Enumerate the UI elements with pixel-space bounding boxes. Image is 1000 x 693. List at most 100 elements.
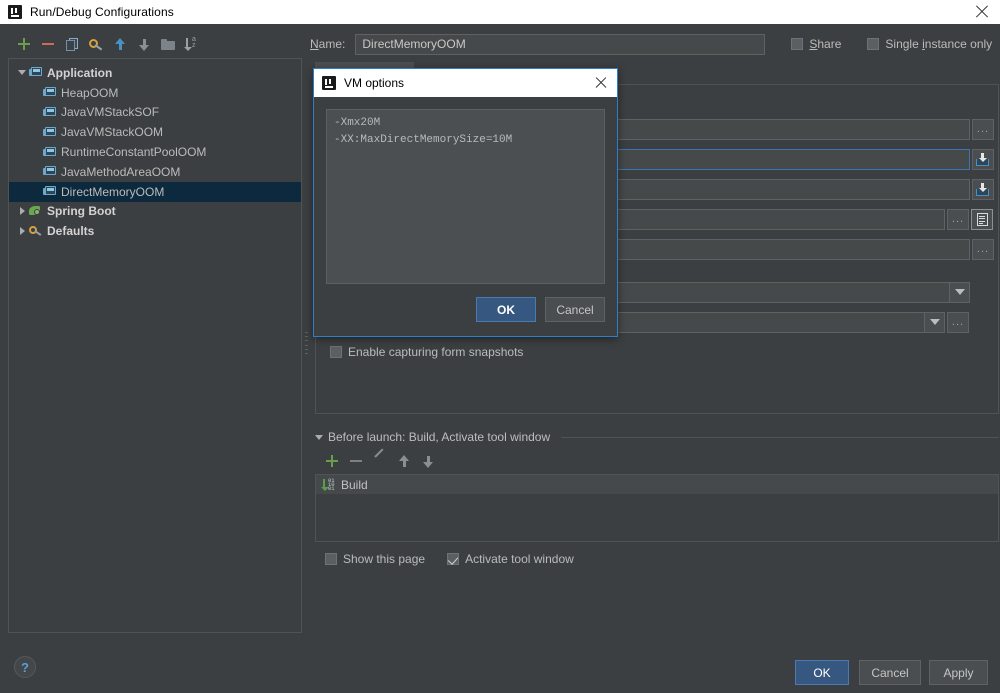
sort-configurations-button[interactable]: az bbox=[180, 33, 204, 55]
arrow-down-icon bbox=[422, 455, 434, 468]
tree-node-runtimeconstantpooloom[interactable]: RuntimeConstantPoolOOM bbox=[9, 142, 301, 162]
close-icon[interactable] bbox=[594, 76, 608, 90]
vm-options-ok-button[interactable]: OK bbox=[476, 297, 536, 322]
copy-configuration-button[interactable] bbox=[60, 33, 84, 55]
tree-node-javavmstacksof[interactable]: JavaVMStackSOF bbox=[9, 103, 301, 123]
show-this-page-label: Show this page bbox=[343, 552, 426, 566]
before-launch-section: Before launch: Build, Activate tool wind… bbox=[315, 429, 999, 566]
section-divider bbox=[561, 436, 999, 438]
remove-task-button[interactable] bbox=[344, 450, 368, 472]
document-icon bbox=[976, 212, 988, 226]
tree-node-label: HeapOOM bbox=[61, 85, 119, 100]
move-task-up-button[interactable] bbox=[392, 450, 416, 472]
ok-button[interactable]: OK bbox=[795, 660, 849, 685]
tree-node-label: JavaVMStackSOF bbox=[61, 105, 160, 120]
pane-splitter[interactable] bbox=[303, 32, 310, 633]
name-row: Name: DirectMemoryOOM Share Single insta… bbox=[310, 33, 1000, 55]
intellij-idea-icon bbox=[8, 5, 22, 19]
before-launch-task-list[interactable]: 01 10 01 Build bbox=[315, 474, 999, 542]
vm-options-titlebar: VM options bbox=[314, 69, 617, 97]
module-combo-dropdown[interactable] bbox=[924, 312, 944, 332]
tree-node-heapoom[interactable]: HeapOOM bbox=[9, 83, 301, 103]
capture-snapshots-row: Enable capturing form snapshots bbox=[330, 340, 730, 364]
ellipsis-button-1[interactable]: ... bbox=[972, 118, 994, 140]
edit-templates-button[interactable] bbox=[84, 33, 108, 55]
tree-node-javavmstackoom[interactable]: JavaVMStackOOM bbox=[9, 122, 301, 142]
ellipsis-button-4[interactable]: ... bbox=[947, 311, 969, 333]
move-down-button[interactable] bbox=[132, 33, 156, 55]
configurations-pane: az Application HeapOOM JavaVMStackSOF JavaV… bbox=[8, 32, 302, 633]
close-icon[interactable] bbox=[974, 4, 990, 20]
single-instance-checkbox-box bbox=[867, 38, 880, 50]
before-launch-task-label: Build bbox=[341, 477, 368, 492]
activate-tool-window-checkbox[interactable]: Activate tool window bbox=[447, 552, 574, 566]
before-launch-title: Before launch: Build, Activate tool wind… bbox=[328, 430, 551, 444]
add-task-button[interactable] bbox=[320, 450, 344, 472]
single-instance-checkbox[interactable]: Single instance only bbox=[867, 37, 992, 51]
chevron-right-icon[interactable] bbox=[15, 207, 29, 216]
window-titlebar: Run/Debug Configurations bbox=[0, 0, 1000, 24]
run-configuration-icon bbox=[43, 186, 56, 197]
ellipsis-button-3[interactable]: ... bbox=[972, 238, 994, 260]
vm-options-title: VM options bbox=[344, 76, 405, 90]
jre-combo-dropdown[interactable] bbox=[949, 282, 969, 302]
run-configuration-icon bbox=[43, 87, 56, 98]
tree-node-javamethodareaoom[interactable]: JavaMethodAreaOOM bbox=[9, 162, 301, 182]
tree-node-defaults[interactable]: Defaults bbox=[9, 221, 301, 241]
chevron-down-icon bbox=[929, 319, 940, 325]
run-configuration-icon bbox=[43, 146, 56, 158]
new-folder-button[interactable] bbox=[156, 33, 180, 55]
name-input[interactable]: DirectMemoryOOM bbox=[355, 33, 766, 55]
before-launch-header[interactable]: Before launch: Build, Activate tool wind… bbox=[315, 429, 999, 445]
insert-macro-button-1[interactable] bbox=[972, 148, 994, 170]
cancel-button[interactable]: Cancel bbox=[859, 660, 921, 685]
chevron-down-icon[interactable] bbox=[15, 70, 29, 76]
before-launch-toolbar bbox=[315, 448, 999, 472]
capture-snapshots-checkbox[interactable]: Enable capturing form snapshots bbox=[330, 345, 523, 359]
help-button[interactable]: ? bbox=[14, 656, 36, 678]
arrow-up-icon bbox=[398, 454, 410, 468]
before-launch-task-row[interactable]: 01 10 01 Build bbox=[316, 475, 998, 494]
copy-icon bbox=[65, 37, 79, 51]
add-configuration-button[interactable] bbox=[12, 33, 36, 55]
share-checkbox-box bbox=[791, 38, 804, 50]
remove-configuration-button[interactable] bbox=[36, 33, 60, 55]
insert-macro-icon bbox=[976, 182, 990, 196]
tree-node-spring-boot[interactable]: Spring Boot bbox=[9, 202, 301, 222]
show-command-line-button[interactable] bbox=[971, 208, 993, 230]
chevron-right-icon[interactable] bbox=[15, 227, 29, 236]
ellipsis-button-2[interactable]: ... bbox=[947, 208, 969, 230]
pencil-icon bbox=[374, 448, 386, 467]
edit-task-button[interactable] bbox=[368, 448, 392, 472]
chevron-down-icon bbox=[315, 434, 323, 440]
vm-options-cancel-button[interactable]: Cancel bbox=[545, 297, 605, 322]
insert-macro-button-2[interactable] bbox=[972, 178, 994, 200]
share-checkbox[interactable]: Share bbox=[791, 37, 841, 51]
vm-options-dialog: VM options -Xmx20M -XX:MaxDirectMemorySi… bbox=[313, 68, 618, 337]
chevron-down-icon bbox=[954, 289, 965, 295]
sort-alphabetical-icon: az bbox=[184, 36, 199, 51]
name-label: Name: bbox=[310, 37, 346, 51]
run-configuration-icon bbox=[43, 166, 56, 177]
tree-node-label: Defaults bbox=[47, 224, 95, 239]
tree-node-label: JavaVMStackOOM bbox=[61, 125, 164, 140]
tree-node-label: DirectMemoryOOM bbox=[61, 184, 165, 199]
capture-snapshots-label: Enable capturing form snapshots bbox=[348, 345, 524, 359]
tree-node-directmemoryoom[interactable]: DirectMemoryOOM bbox=[9, 181, 301, 202]
activate-tool-window-checkbox-box bbox=[447, 553, 460, 565]
show-this-page-checkbox-box bbox=[325, 553, 337, 565]
move-task-down-button[interactable] bbox=[416, 450, 440, 472]
splitter-grip-icon bbox=[305, 332, 308, 354]
capture-snapshots-checkbox-box bbox=[330, 346, 342, 358]
before-launch-options: Show this page Activate tool window bbox=[315, 552, 999, 566]
configurations-tree[interactable]: Application HeapOOM JavaVMStackSOF JavaVMSt… bbox=[8, 58, 302, 633]
tree-node-label: Application bbox=[47, 65, 113, 80]
apply-button[interactable]: Apply bbox=[929, 660, 988, 685]
move-up-button[interactable] bbox=[108, 33, 132, 55]
window-title: Run/Debug Configurations bbox=[30, 5, 174, 19]
tree-node-application[interactable]: Application bbox=[9, 63, 301, 83]
vm-options-textarea[interactable]: -Xmx20M -XX:MaxDirectMemorySize=10M bbox=[326, 109, 605, 284]
show-this-page-checkbox[interactable]: Show this page bbox=[325, 552, 425, 566]
plus-icon bbox=[18, 38, 30, 50]
dialog-footer bbox=[0, 641, 1000, 693]
